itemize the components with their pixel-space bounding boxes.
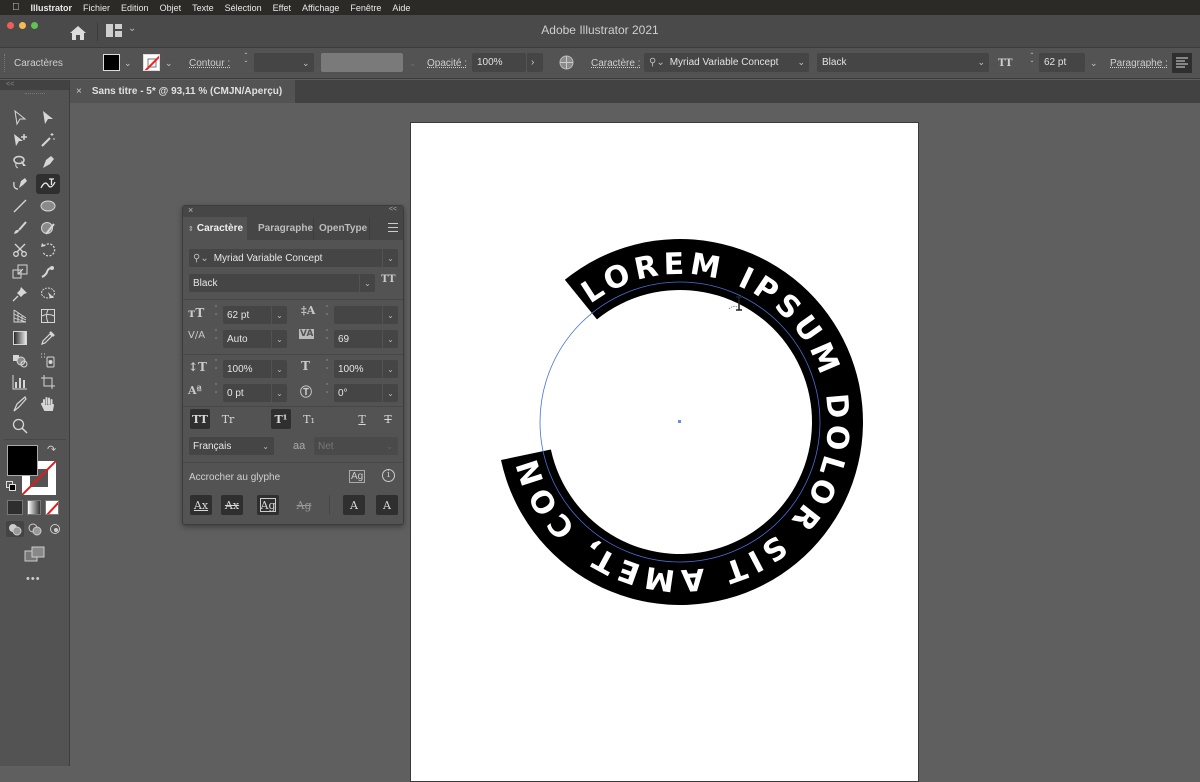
horizontal-scale-chevron-icon[interactable]: ⌄: [382, 360, 398, 378]
baseline-shift-icon: Aª: [188, 384, 202, 397]
panel-divider: [183, 406, 403, 407]
tab-paragraphe[interactable]: Paragraphe: [258, 217, 313, 240]
panel-font-style-value: Black: [193, 277, 218, 289]
language-select[interactable]: Français ⌄: [189, 437, 274, 455]
tab-caractere[interactable]: ⇕ Caractère: [183, 217, 247, 240]
leading-icon: ‡A: [301, 304, 316, 317]
panel-font-family-field[interactable]: ⚲⌄ Myriad Variable Concept ⌄: [189, 249, 398, 267]
kerning-icon: V/A: [188, 330, 206, 341]
antialiasing-select: Net ⌄: [314, 437, 398, 455]
kerning-chevron-icon[interactable]: ⌄: [271, 330, 287, 348]
touch-type-tool-icon[interactable]: TT: [381, 274, 396, 285]
tab-options-icon: ⇕: [188, 226, 194, 233]
character-rotation-icon: Ⓣ: [300, 385, 313, 399]
tracking-chevron-icon[interactable]: ⌄: [382, 330, 398, 348]
vertical-scale-field[interactable]: 100% ⌄: [223, 360, 287, 378]
font-search-icon: ⚲⌄: [193, 252, 209, 264]
baseline-shift-field[interactable]: 0 pt ⌄: [223, 384, 287, 402]
tab-opentype[interactable]: OpenType: [319, 217, 367, 240]
character-rotation-stepper[interactable]: ˆˇ: [322, 384, 332, 402]
panel-divider: [183, 299, 403, 300]
snap-glyph-bounds-button[interactable]: Ag: [257, 495, 279, 515]
subscript-button[interactable]: T₁: [299, 409, 319, 429]
leading-stepper[interactable]: ˆˇ: [322, 306, 332, 324]
panel-menu-icon[interactable]: [388, 223, 398, 235]
leading-chevron-icon[interactable]: ⌄: [382, 306, 398, 324]
character-rotation-field[interactable]: 0° ⌄: [334, 384, 398, 402]
panel-header: × <<: [183, 205, 403, 217]
language-chevron-icon: ⌄: [262, 441, 269, 451]
character-rotation-chevron-icon[interactable]: ⌄: [382, 384, 398, 402]
panel-collapse-icon[interactable]: <<: [389, 206, 397, 213]
path-text-content: LOREM IPSUM DOLOR SIT AMET, CONSECTETUER: [0, 0, 851, 598]
horizontal-scale-field[interactable]: 100% ⌄: [334, 360, 398, 378]
strikethrough-button[interactable]: T: [378, 409, 398, 429]
snap-angular-guides-button[interactable]: A: [343, 495, 365, 515]
panel-divider: [183, 354, 403, 355]
font-size-icon: ᴛT: [188, 306, 205, 320]
tab-divider: [313, 217, 314, 240]
snap-to-glyph-label: Accrocher au glyphe: [189, 472, 281, 483]
snap-baseline-button[interactable]: Ax: [190, 495, 212, 515]
black-ring-arc[interactable]: [500, 238, 863, 605]
font-style-chevron-icon[interactable]: ⌄: [359, 274, 375, 292]
info-icon[interactable]: i: [382, 469, 395, 482]
font-size-stepper[interactable]: ˆˇ: [211, 306, 221, 324]
tracking-field[interactable]: 69 ⌄: [334, 330, 398, 348]
character-panel: × << ⇕ Caractère Paragraphe OpenType ⚲⌄ M…: [182, 205, 404, 525]
horizontal-scale-icon: T: [301, 359, 310, 373]
font-size-chevron-icon[interactable]: ⌄: [271, 306, 287, 324]
tracking-stepper[interactable]: ˆˇ: [322, 330, 332, 348]
panel-font-size-field[interactable]: 62 pt ⌄: [223, 306, 287, 324]
baseline-shift-chevron-icon[interactable]: ⌄: [271, 384, 287, 402]
panel-tabs: ⇕ Caractère Paragraphe OpenType: [183, 217, 403, 240]
snap-proximity-guides-button[interactable]: Ag: [293, 495, 315, 515]
underline-button[interactable]: T: [352, 409, 372, 429]
vertical-scale-icon: ↕T: [188, 360, 207, 374]
kerning-stepper[interactable]: ˆˇ: [211, 330, 221, 348]
kerning-field[interactable]: Auto ⌄: [223, 330, 287, 348]
baseline-shift-stepper[interactable]: ˆˇ: [211, 384, 221, 402]
snap-x-height-button[interactable]: Ax: [221, 495, 243, 515]
vertical-scale-chevron-icon[interactable]: ⌄: [271, 360, 287, 378]
panel-font-style-field[interactable]: Black ⌄: [189, 274, 375, 292]
panel-divider: [183, 462, 403, 463]
snap-divider: [329, 495, 330, 515]
panel-close-icon[interactable]: ×: [188, 205, 193, 215]
antialiasing-icon: aa: [293, 440, 306, 452]
tracking-icon: VA: [299, 329, 315, 339]
panel-font-family-value: Myriad Variable Concept: [213, 252, 323, 264]
center-point: [678, 420, 681, 423]
snap-glyph-options-icon[interactable]: Ag: [349, 470, 366, 483]
path-text[interactable]: LOREM IPSUM DOLOR SIT AMET, CONSECTETUER: [0, 0, 856, 598]
path-type-artwork[interactable]: LOREM IPSUM DOLOR SIT AMET, CONSECTETUER: [0, 0, 1200, 766]
font-family-chevron-icon[interactable]: ⌄: [382, 249, 398, 267]
leading-field[interactable]: ⌄: [334, 306, 398, 324]
superscript-button[interactable]: T¹: [271, 409, 291, 429]
tab-divider: [369, 217, 370, 240]
vertical-scale-stepper[interactable]: ˆˇ: [211, 360, 221, 378]
snap-anchor-point-button[interactable]: A: [376, 495, 398, 515]
small-caps-button[interactable]: Tr: [218, 409, 238, 429]
horizontal-scale-stepper[interactable]: ˆˇ: [322, 360, 332, 378]
all-caps-button[interactable]: TT: [190, 409, 210, 429]
antialiasing-chevron-icon: ⌄: [386, 441, 393, 451]
